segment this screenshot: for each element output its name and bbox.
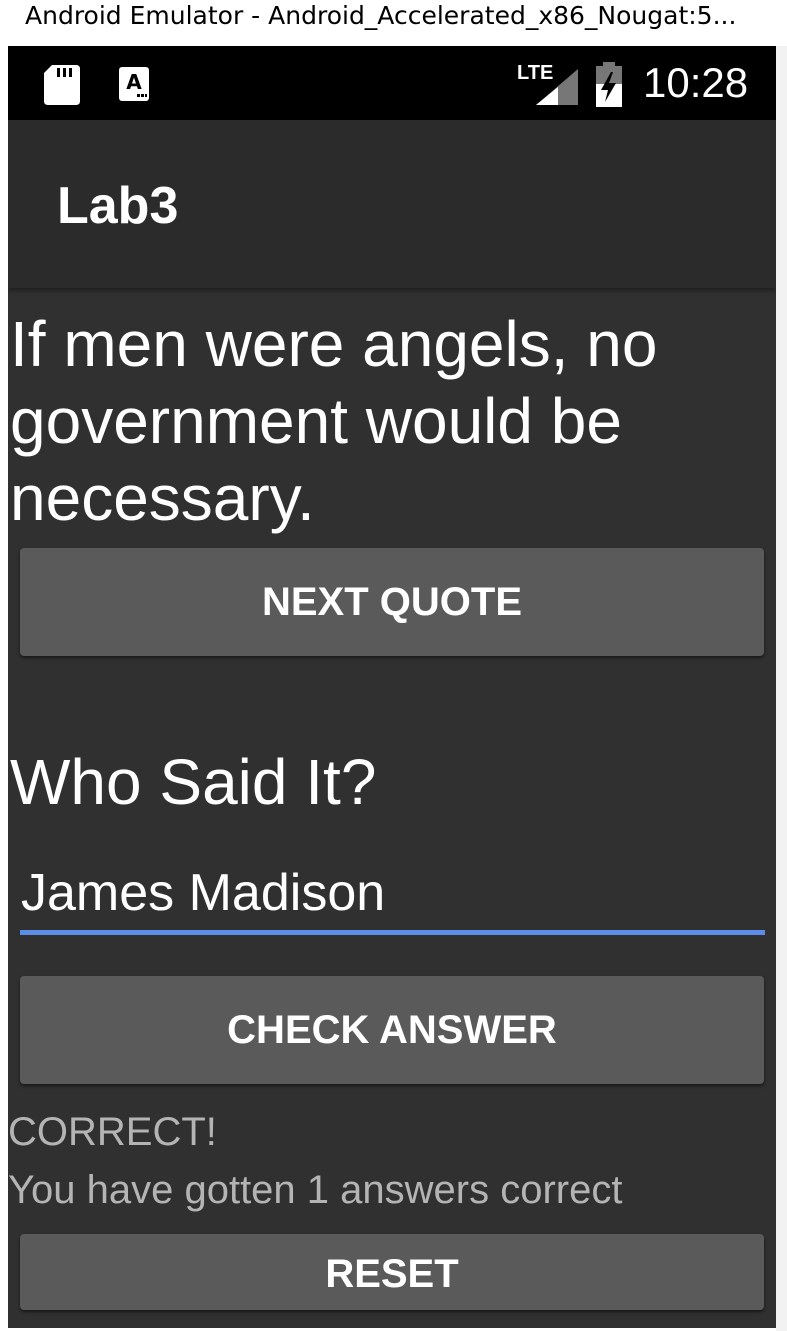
battery-charging-icon <box>594 62 624 112</box>
window-title: Android Emulator - Android_Accelerated_x… <box>25 1 737 30</box>
status-bar: A LTE 10:28 <box>8 46 776 120</box>
result-text: CORRECT! <box>8 1110 217 1154</box>
next-quote-button[interactable]: NEXT QUOTE <box>20 548 764 656</box>
app-title: Lab3 <box>57 177 179 235</box>
emulator-window: Android Emulator - Android_Accelerated_x… <box>0 0 787 1331</box>
window-titlebar[interactable]: Android Emulator - Android_Accelerated_x… <box>0 0 787 46</box>
check-answer-button[interactable]: CHECK ANSWER <box>20 976 764 1084</box>
accessibility-a-icon: A <box>118 66 150 106</box>
score-text: You have gotten 1 answers correct <box>8 1168 623 1212</box>
lte-label: LTE <box>517 62 553 84</box>
svg-text:A: A <box>126 70 142 94</box>
quote-text: If men were angels, no government would … <box>10 308 658 534</box>
app-bar: Lab3 <box>8 120 776 288</box>
status-clock: 10:28 <box>643 59 749 106</box>
sd-card-icon <box>44 65 80 109</box>
window-left-edge <box>0 46 8 1331</box>
answer-input[interactable] <box>20 856 765 935</box>
lte-signal-icon: LTE <box>516 61 580 111</box>
window-right-edge <box>776 46 787 1331</box>
who-said-it-heading: Who Said It? <box>10 746 377 818</box>
reset-button[interactable]: RESET <box>20 1234 764 1310</box>
device-screen: A LTE 10:28 Lab3 If men were angels, no … <box>8 46 776 1328</box>
